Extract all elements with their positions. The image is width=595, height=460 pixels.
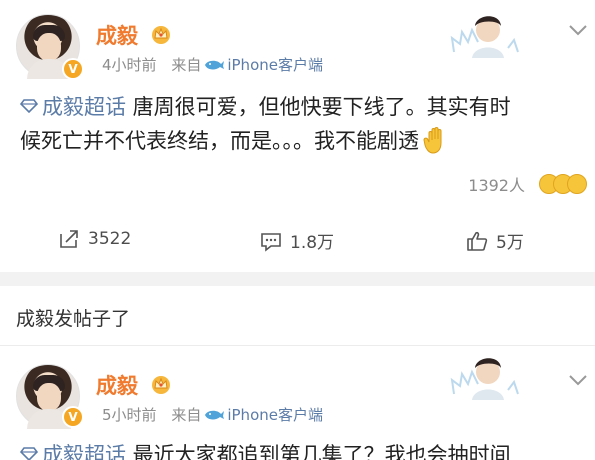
comment-icon: [261, 232, 281, 252]
post-time: 5小时前: [102, 406, 157, 424]
post-card: V 成毅 5小时前 来自 iPhone客户端 成毅超话 最近大家都追到第几集了？我…: [0, 350, 595, 460]
verified-badge-icon: V: [62, 58, 84, 80]
wave-hand-icon: [423, 127, 442, 154]
emoji-icon: [567, 174, 587, 194]
card-decoration-image: [448, 350, 520, 400]
post-text: 成毅超话 唐周很可爱，但他快要下线了。其实有时 候死亡并不代表终结，而是。。。我…: [20, 90, 580, 158]
repost-icon: [60, 230, 78, 248]
source-link[interactable]: iPhone客户端: [227, 406, 323, 424]
comment-count: 1.8万: [290, 233, 335, 253]
post-meta: 4小时前 来自 iPhone客户端: [102, 54, 323, 75]
post-text-line: 最近大家都追到第几集了？我也会抽时间: [126, 443, 511, 460]
crown-icon: [152, 376, 170, 394]
thumbs-up-icon: [467, 231, 488, 251]
from-label: 来自: [171, 56, 202, 74]
source-link[interactable]: iPhone客户端: [227, 56, 323, 74]
reaction-count: 1392人: [468, 176, 525, 195]
author-name[interactable]: 成毅: [96, 20, 138, 50]
from-label: 来自: [171, 406, 202, 424]
post-time: 4小时前: [102, 56, 157, 74]
comment-button[interactable]: 1.8万: [260, 228, 334, 253]
action-bar: 3522 1.8万 5万: [0, 228, 595, 264]
section-title: 成毅发帖子了: [16, 308, 131, 330]
topic-link[interactable]: 成毅超话: [20, 95, 126, 119]
like-button[interactable]: 5万: [466, 228, 524, 253]
whale-icon: [205, 60, 225, 70]
card-decoration-image: [448, 8, 520, 58]
post-meta: 5小时前 来自 iPhone客户端: [102, 404, 323, 425]
crown-icon: [152, 26, 170, 44]
chevron-down-icon[interactable]: [568, 374, 588, 386]
repost-count: 3522: [88, 229, 132, 249]
section-divider: [0, 272, 595, 286]
post-text: 成毅超话 最近大家都追到第几集了？我也会抽时间: [20, 438, 580, 460]
reactions-summary[interactable]: 1392人: [468, 172, 587, 196]
author-name[interactable]: 成毅: [96, 370, 138, 400]
diamond-icon: [20, 447, 38, 460]
post-card: V 成毅 4小时前 来自 iPhone客户端 成毅超话 唐周很可爱，但他快要下线了…: [0, 0, 595, 272]
whale-icon: [205, 410, 225, 420]
like-count: 5万: [496, 233, 524, 253]
chevron-down-icon[interactable]: [568, 24, 588, 36]
repost-button[interactable]: 3522: [58, 228, 131, 250]
divider: [0, 345, 595, 346]
post-text-line: 唐周很可爱，但他快要下线了。其实有时: [126, 95, 511, 119]
post-text-line: 候死亡并不代表终结，而是。。。我不能剧透: [20, 129, 419, 153]
diamond-icon: [20, 99, 38, 113]
verified-badge-icon: V: [62, 406, 84, 428]
topic-link[interactable]: 成毅超话: [20, 443, 126, 460]
